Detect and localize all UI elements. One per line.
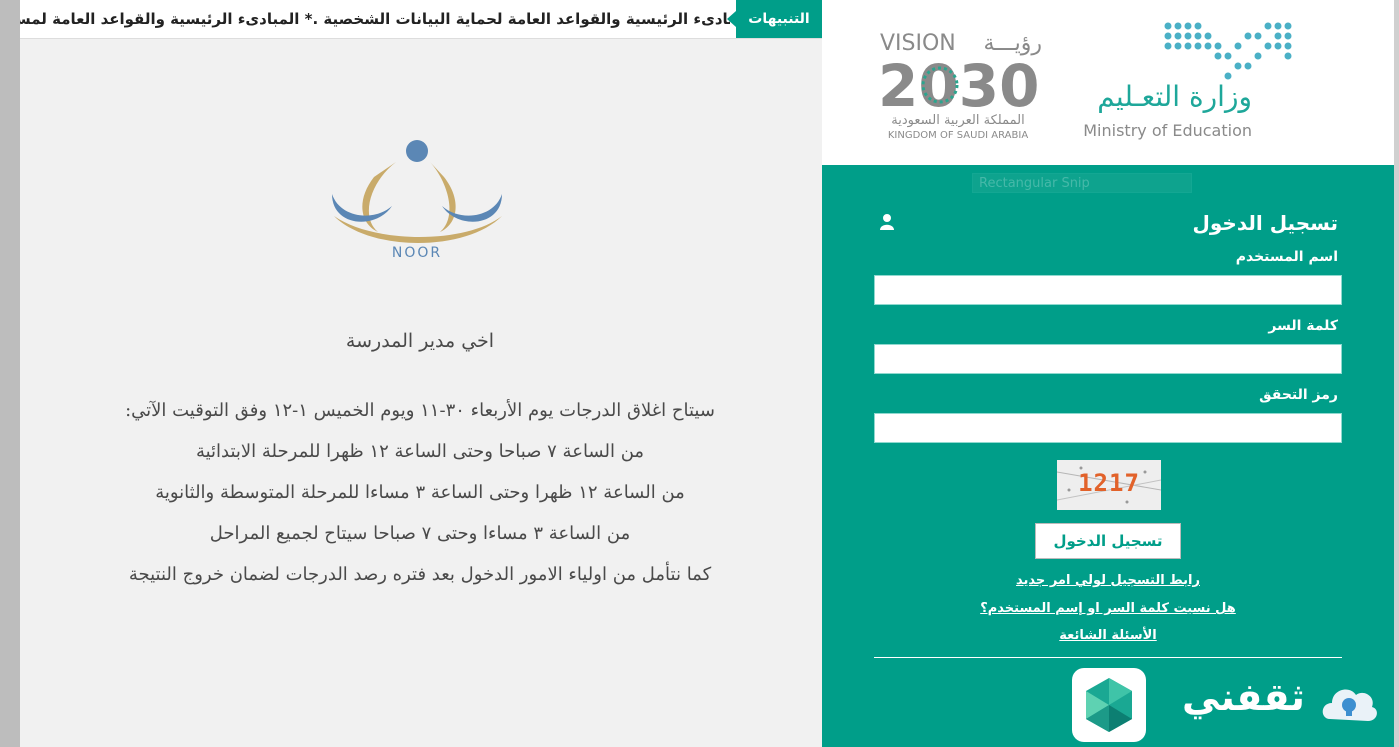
- window-edge-right: [1394, 0, 1399, 747]
- captcha-code: 1217: [1078, 469, 1140, 497]
- faq-link[interactable]: الأسئلة الشائعة: [822, 628, 1394, 643]
- brand-name: ثقفني: [1182, 675, 1305, 719]
- register-parent-link[interactable]: رابط التسجيل لولي امر جديد: [822, 573, 1394, 588]
- gem-logo-icon: [1086, 678, 1132, 732]
- username-input[interactable]: [874, 275, 1342, 305]
- message-title: اخي مدير المدرسة: [345, 330, 495, 352]
- noor-logo-blue-left: [332, 194, 392, 222]
- window-edge: [0, 0, 20, 747]
- password-input[interactable]: [874, 344, 1342, 374]
- login-button[interactable]: تسجيل الدخول: [1035, 523, 1181, 559]
- kingdom-ar-text: المملكة العربية السعودية: [891, 113, 1024, 128]
- login-title: تسجيل الدخول: [1192, 211, 1338, 235]
- ticker-label: التنبيهات: [727, 0, 822, 38]
- thaqafni-brand: ثقفني: [1182, 673, 1382, 733]
- vision-year-text: 2030: [878, 52, 1039, 120]
- login-panel: Rectangular Snip تسجيل الدخول اسم المستخ…: [822, 165, 1394, 747]
- kingdom-en-text: KINGDOM OF SAUDI ARABIA: [888, 130, 1028, 141]
- noor-logo-gold-center: [430, 162, 456, 232]
- message-line: كما نتأمل من اولياء الامور الدخول بعد فت…: [128, 564, 712, 585]
- lightbulb-cloud-icon: [1322, 689, 1377, 721]
- noor-logo-text: NOOR: [392, 245, 442, 261]
- captcha-label: رمز التحقق: [1259, 387, 1338, 403]
- password-label: كلمة السر: [1268, 318, 1338, 334]
- noor-logo: NOOR: [332, 140, 502, 261]
- username-label: اسم المستخدم: [1235, 249, 1338, 265]
- captcha-input[interactable]: [874, 413, 1342, 443]
- message-line: من الساعة ٣ مساءا وحتى ٧ صباحا سيتاح لجم…: [209, 523, 631, 544]
- vision-2030-logo: VISION رؤيـــة 2030 المملكة العربية السع…: [878, 31, 1042, 141]
- main-panel: المبادىء الرئيسية والقواعد العامة لحماية…: [20, 0, 822, 747]
- ministry-dots-icon: [1164, 22, 1292, 80]
- snip-overlay: Rectangular Snip: [972, 173, 1192, 193]
- user-icon: [880, 214, 894, 230]
- captcha-image: 1217: [1057, 460, 1161, 510]
- announcement-message: اخي مدير المدرسة سيتاح اغلاق الدرجات يوم…: [50, 330, 790, 595]
- divider: [874, 657, 1342, 658]
- logo-header: VISION رؤيـــة 2030 المملكة العربية السع…: [822, 0, 1394, 165]
- ministry-ar-text: وزارة التعـليم: [1097, 80, 1252, 113]
- app-tile[interactable]: [1072, 668, 1146, 742]
- ministry-logo: وزارة التعـليم Ministry of Education: [1083, 22, 1292, 140]
- alerts-ticker: المبادىء الرئيسية والقواعد العامة لحماية…: [20, 0, 822, 39]
- message-line: سيتاح اغلاق الدرجات يوم الأربعاء ٣٠-١١ و…: [125, 400, 715, 421]
- noor-logo-dot: [406, 140, 428, 162]
- noor-logo-gold-left: [362, 162, 396, 232]
- ticker-text[interactable]: المبادىء الرئيسية والقواعد العامة لحماية…: [20, 0, 730, 38]
- ministry-en-text: Ministry of Education: [1083, 121, 1252, 140]
- message-line: من الساعة ١٢ ظهرا وحتى الساعة ٣ مساءا لل…: [155, 482, 685, 503]
- forgot-password-link[interactable]: هل نسيت كلمة السر او إسم المستخدم؟: [822, 601, 1394, 616]
- message-line: من الساعة ٧ صباحا وحتى الساعة ١٢ ظهرا لل…: [195, 441, 645, 462]
